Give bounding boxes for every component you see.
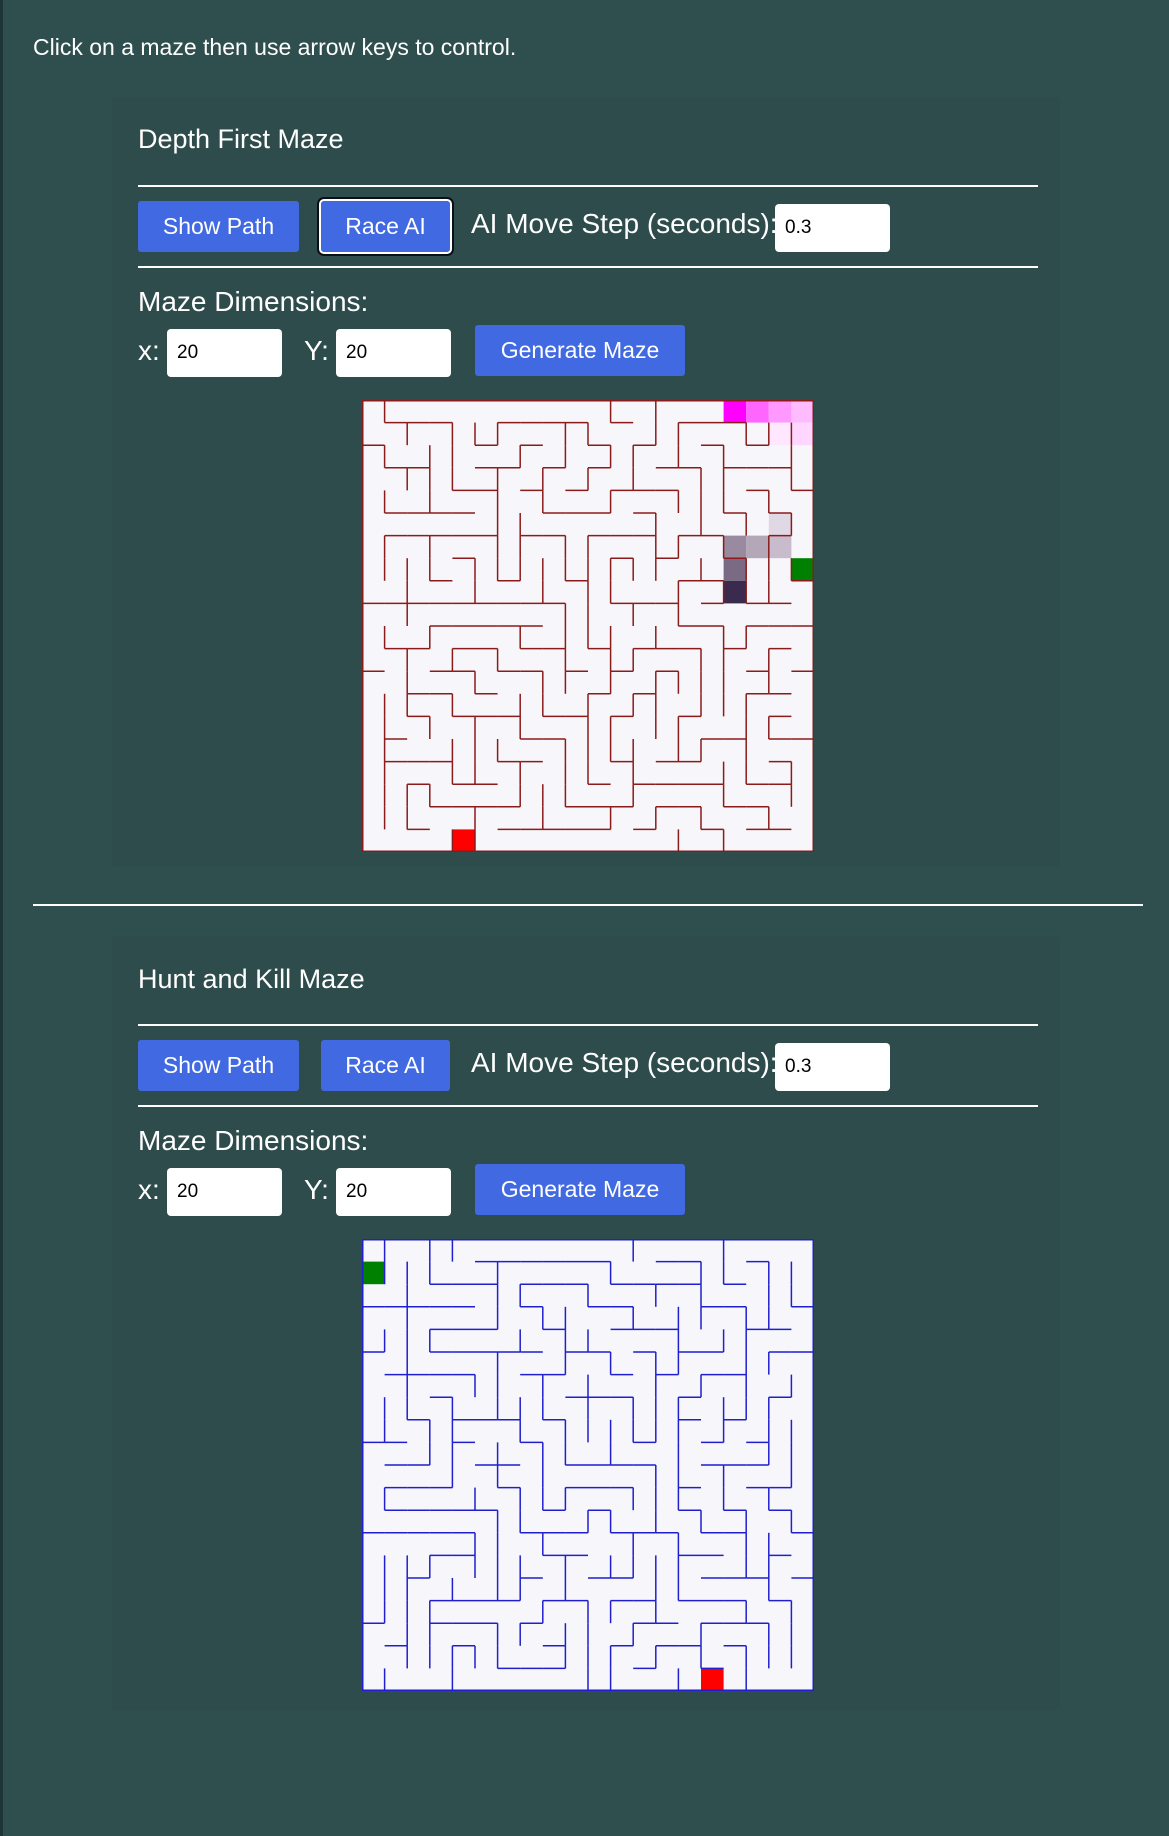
race-ai-button[interactable]: Race AI [321, 1040, 450, 1091]
dimension-y-input[interactable] [336, 329, 451, 377]
dimension-x-input[interactable] [167, 1168, 282, 1216]
ai-step-label: AI Move Step (seconds): [471, 208, 778, 239]
maze-canvas[interactable] [362, 1239, 814, 1691]
trail-cell [746, 535, 769, 559]
player-marker [791, 558, 814, 581]
maze-canvas[interactable] [362, 400, 814, 852]
goal-cell [701, 1668, 724, 1691]
show-path-button[interactable]: Show Path [138, 201, 299, 252]
trail-cell [768, 400, 792, 423]
ai-step-input[interactable] [775, 1043, 890, 1091]
maze-walls [362, 400, 814, 852]
maze-dimensions-label: Maze Dimensions: [138, 1125, 369, 1156]
ai-step-label: AI Move Step (seconds): [471, 1047, 778, 1078]
dimension-x-label: x: [138, 1174, 160, 1205]
window-edge [0, 0, 3, 1836]
goal-cell [452, 829, 475, 852]
trail-cell [791, 400, 814, 423]
maze-walls [362, 1239, 814, 1691]
maze-dimensions-label: Maze Dimensions: [138, 286, 369, 317]
ai-step-input[interactable] [775, 204, 890, 252]
trail-cell [791, 422, 814, 446]
trail-cell [746, 400, 769, 423]
race-ai-button[interactable]: Race AI [319, 199, 452, 254]
trail-cell [768, 422, 792, 446]
trail-cell [768, 513, 792, 536]
maze-title: Depth First Maze [138, 124, 344, 154]
player-marker [362, 1261, 385, 1285]
show-path-button[interactable]: Show Path [138, 1040, 299, 1091]
dimension-y-input[interactable] [336, 1168, 451, 1216]
maze-panel-depth-first: Depth First Maze Show Path Race AI AI Mo… [112, 97, 1060, 867]
generate-maze-button[interactable]: Generate Maze [475, 325, 685, 376]
trail-cell [723, 400, 747, 423]
trail-cell [723, 580, 747, 604]
maze-panel-hunt-and-kill: Hunt and Kill Maze Show Path Race AI AI … [112, 936, 1060, 1710]
section-divider [138, 1105, 1038, 1107]
section-divider [138, 266, 1038, 268]
trail-cell [723, 535, 747, 559]
trail-cell [723, 558, 747, 581]
dimension-y-label: Y: [304, 335, 329, 366]
section-divider [138, 185, 1038, 187]
dimension-y-label: Y: [304, 1174, 329, 1205]
dimension-x-input[interactable] [167, 329, 282, 377]
section-divider [138, 1024, 1038, 1026]
maze-separator [33, 904, 1143, 906]
generate-maze-button[interactable]: Generate Maze [475, 1164, 685, 1215]
dimension-x-label: x: [138, 335, 160, 366]
trail-cell [768, 535, 792, 559]
maze-title: Hunt and Kill Maze [138, 964, 365, 994]
instructions-text: Click on a maze then use arrow keys to c… [33, 34, 517, 60]
